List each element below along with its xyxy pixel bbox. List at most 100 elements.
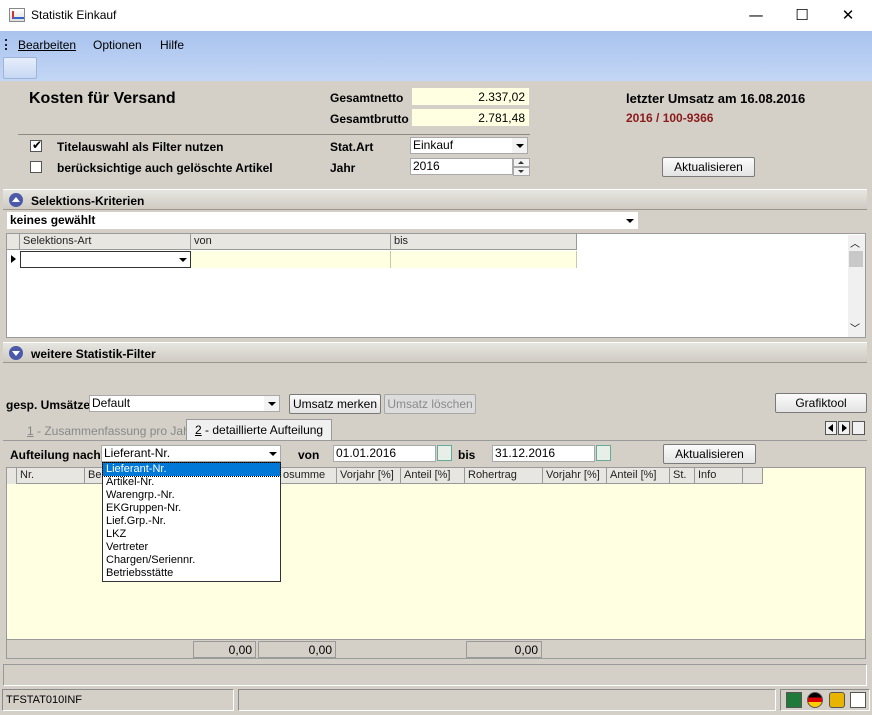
weitere-title: weitere Statistik-Filter — [31, 347, 156, 361]
tab-divider — [3, 440, 867, 441]
grid-row-header-corner — [7, 234, 20, 250]
gesamtbrutto-value: 2.781,48 — [412, 109, 529, 126]
tab-zusammenfassung-key: 1 — [27, 424, 34, 438]
german-flag-icon[interactable] — [807, 692, 823, 708]
jahr-spin-down-icon[interactable] — [513, 167, 530, 176]
gesp-umsaetze-select[interactable]: Default — [89, 395, 280, 412]
option-artikel-nr[interactable]: Artikel-Nr. — [103, 476, 280, 489]
letzter-umsatz-label: letzter Umsatz am 16.08.2016 — [626, 91, 806, 106]
chevron-down-icon — [622, 213, 637, 228]
col-nr: Nr. — [17, 468, 85, 484]
chevron-down-icon — [175, 252, 190, 267]
titelauswahl-label: Titelauswahl als Filter nutzen — [57, 140, 224, 154]
close-button[interactable]: ✕ — [825, 0, 871, 31]
app-chart-icon — [9, 8, 25, 22]
selektion-preset-select[interactable]: keines gewählt — [7, 212, 638, 229]
col-anteil-2: Anteil [%] — [607, 468, 670, 484]
excel-icon[interactable] — [786, 692, 802, 708]
scroll-thumb[interactable] — [849, 251, 863, 267]
aufteilung-value: Lieferant-Nr. — [104, 446, 171, 460]
aufteilung-label: Aufteilung nach — [10, 448, 101, 462]
option-vertreter[interactable]: Vertreter — [103, 541, 280, 554]
gesamtbrutto-label: Gesamtbrutto — [330, 112, 409, 126]
toolbar-button[interactable] — [3, 57, 37, 79]
selektions-art-cell-select[interactable] — [20, 251, 191, 268]
minimize-button[interactable]: — — [733, 0, 779, 31]
status-code: TFSTAT010INF — [2, 689, 234, 711]
jahr-input[interactable]: 2016 — [410, 158, 513, 175]
geloeschte-checkbox[interactable] — [30, 161, 42, 173]
umsatz-loeschen-button[interactable]: Umsatz löschen — [384, 394, 476, 414]
tab-detaillierte-aufteilung[interactable]: 2 - detaillierte Aufteilung — [186, 419, 333, 441]
aktualisieren-aufteilung-button[interactable]: Aktualisieren — [663, 444, 756, 464]
option-liefgrp-nr[interactable]: Lief.Grp.-Nr. — [103, 515, 280, 528]
scroll-down-icon[interactable]: ﹀ — [850, 320, 860, 335]
tab-scroll-right-icon[interactable] — [838, 421, 850, 435]
col-vorjahr-1: Vorjahr [%] — [337, 468, 401, 484]
col-selektions-art: Selektions-Art — [20, 234, 191, 250]
total-vorjahr: 0,00 — [258, 641, 336, 658]
beleg-number: 2016 / 100-9366 — [626, 111, 714, 125]
statart-value: Einkauf — [413, 138, 454, 152]
titelauswahl-checkbox[interactable] — [30, 138, 42, 152]
col-summe: osumme — [280, 468, 337, 484]
geloeschte-label: berücksichtige auch gelöschte Artikel — [57, 161, 273, 175]
tab-zusammenfassung-label: - Zusammenfassung pro Jahr — [33, 424, 194, 438]
grafiktool-button[interactable]: Grafiktool — [775, 393, 867, 413]
bis-date-input[interactable]: 31.12.2016 — [492, 445, 595, 462]
menu-optionen[interactable]: Optionen — [93, 38, 142, 52]
maximize-button[interactable]: ☐ — [779, 0, 825, 31]
total-rohertrag: 0,00 — [466, 641, 542, 658]
collapse-up-icon[interactable] — [9, 193, 23, 207]
selektion-title: Selektions-Kriterien — [31, 194, 145, 208]
aufteilung-dropdown-list: Lieferant-Nr. Artikel-Nr. Warengrp.-Nr. … — [102, 462, 281, 582]
bis-cell[interactable] — [391, 251, 577, 268]
col-info: Info — [695, 468, 743, 484]
chevron-down-icon — [512, 138, 527, 153]
von-cell[interactable] — [191, 251, 391, 268]
expand-down-icon[interactable] — [9, 346, 23, 360]
statart-label: Stat.Art — [330, 140, 374, 154]
option-chargen-seriennr[interactable]: Chargen/Seriennr. — [103, 554, 280, 567]
grid-row-header-corner — [7, 468, 17, 484]
aufteilung-select[interactable]: Lieferant-Nr. — [101, 445, 281, 462]
col-bis: bis — [391, 234, 577, 250]
jahr-spin-up-icon[interactable] — [513, 158, 530, 167]
jahr-label: Jahr — [330, 161, 356, 175]
tab-close-icon[interactable] — [852, 421, 865, 435]
divider — [18, 134, 530, 135]
selektion-preset-value: keines gewählt — [10, 213, 96, 227]
col-von: von — [191, 234, 391, 250]
option-lieferant-nr[interactable]: Lieferant-Nr. — [102, 462, 281, 477]
tab-scroll-left-icon[interactable] — [825, 421, 837, 435]
gesp-umsaetze-label: gesp. Umsätze — [6, 398, 91, 412]
option-ekgruppen-nr[interactable]: EKGruppen-Nr. — [103, 502, 280, 515]
gesamtnetto-label: Gesamtnetto — [330, 91, 404, 105]
scroll-up-icon[interactable]: ︿ — [850, 235, 860, 250]
option-lkz[interactable]: LKZ — [103, 528, 280, 541]
calendar-icon[interactable] — [596, 445, 611, 461]
col-empty — [743, 468, 763, 484]
aktualisieren-header-button[interactable]: Aktualisieren — [662, 157, 755, 177]
col-vorjahr-2: Vorjahr [%] — [543, 468, 607, 484]
gesp-umsaetze-value: Default — [92, 396, 131, 410]
col-st: St. — [670, 468, 695, 484]
status-message — [238, 689, 776, 711]
menu-bearbeiten[interactable]: Bearbeiten — [18, 38, 76, 52]
totals-row — [7, 639, 865, 658]
von-label: von — [298, 448, 320, 462]
window-title: Statistik Einkauf — [31, 8, 117, 22]
menu-hilfe[interactable]: Hilfe — [160, 38, 184, 52]
document-icon[interactable] — [850, 692, 866, 708]
tab-detail-label: - detaillierte Aufteilung — [201, 423, 324, 437]
statart-select[interactable]: Einkauf — [410, 137, 528, 154]
option-warengrp-nr[interactable]: Warengrp.-Nr. — [103, 489, 280, 502]
option-betriebsstaette[interactable]: Betriebsstätte — [103, 567, 280, 580]
tab-zusammenfassung[interactable]: 1 - Zusammenfassung pro Jahr — [19, 421, 202, 441]
chevron-down-icon — [265, 446, 280, 461]
menu-grip-icon — [5, 39, 8, 50]
von-date-input[interactable]: 01.01.2016 — [333, 445, 436, 462]
umsatz-merken-button[interactable]: Umsatz merken — [289, 394, 381, 414]
calendar-icon[interactable] — [437, 445, 452, 461]
lock-icon[interactable] — [829, 692, 845, 708]
